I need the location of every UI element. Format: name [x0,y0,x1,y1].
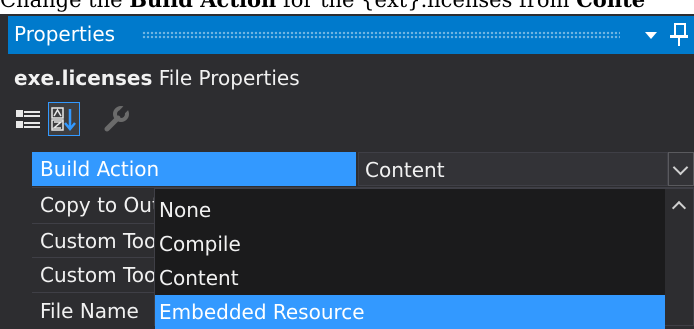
caption-bold2: Conte [576,0,645,12]
caption-bold: Build Action [129,0,276,12]
alphabetical-icon [51,107,76,131]
property-row-build-action[interactable]: Build Action Content [8,152,694,186]
property-pages-button[interactable] [100,102,132,136]
categorized-button[interactable] [12,102,44,136]
property-value-combobox[interactable]: Content [358,152,668,186]
caption-prefix: Change the [0,0,130,12]
combobox-dropdown-button[interactable] [668,152,694,186]
window-title: Properties [14,22,116,46]
scroll-up-icon[interactable] [671,200,687,216]
option-none[interactable]: None [155,193,665,227]
pin-icon[interactable] [670,22,688,46]
properties-toolbar [12,102,212,138]
option-compile[interactable]: Compile [155,227,665,261]
chevron-down-icon [672,159,689,176]
option-embedded-resource[interactable]: Embedded Resource [155,295,665,329]
option-content[interactable]: Content [155,261,665,295]
object-type: File Properties [158,66,300,90]
object-name: exe.licenses [14,66,153,90]
build-action-dropdown-list[interactable]: None Compile Content Embedded Resource [154,188,694,329]
window-position-dropdown-icon[interactable] [645,32,657,39]
object-selector[interactable]: exe.licenses File Properties [14,66,300,90]
alphabetical-button[interactable] [48,102,80,136]
property-name[interactable]: Build Action [32,152,356,186]
properties-titlebar[interactable]: Properties [8,16,694,54]
dropdown-scrollbar[interactable] [665,189,693,325]
caption-middle: for the {ext}.licenses from [276,0,577,12]
document-caption: Change the Build Action for the {ext}.li… [0,0,694,14]
titlebar-grip[interactable] [142,31,620,39]
wrench-icon [104,105,129,132]
categorized-icon [16,110,40,128]
